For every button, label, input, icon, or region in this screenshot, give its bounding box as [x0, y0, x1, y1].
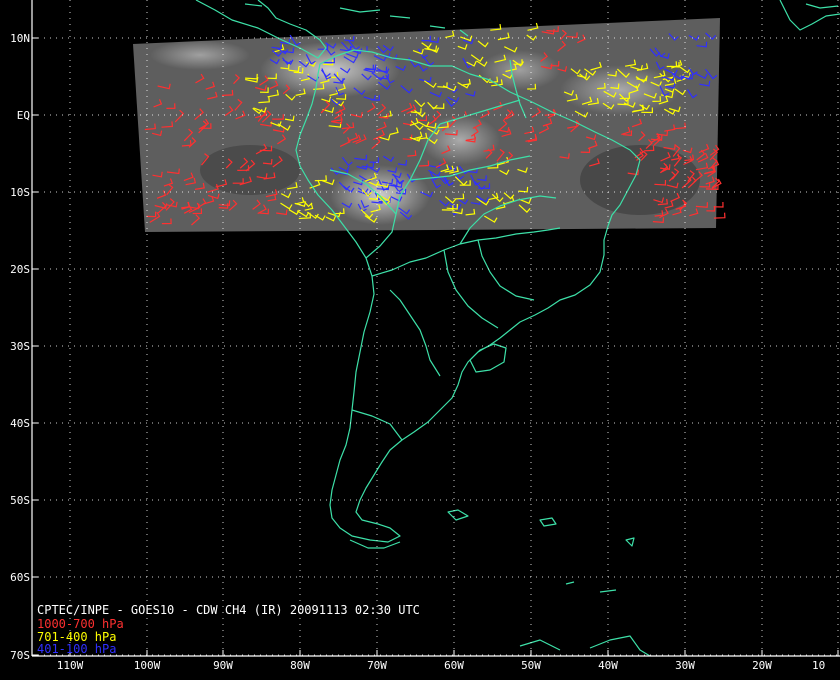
lon-label-90w: 90W [213, 659, 233, 672]
map-title: CPTEC/INPE - GOES10 - CDW CH4 (IR) 20091… [37, 603, 420, 617]
lat-label-eq: EQ [16, 109, 30, 122]
ir-cloud-band [133, 18, 720, 232]
lon-label-70w: 70W [367, 659, 387, 672]
lon-label-20w: 20W [752, 659, 772, 672]
lat-label-10n: 10N [10, 32, 30, 45]
legend-high-level: 401-100 hPa [37, 642, 117, 656]
lon-label-60w: 60W [444, 659, 464, 672]
lon-label-40w: 40W [598, 659, 618, 672]
lat-label-20s: 20S [10, 263, 30, 276]
lat-label-70s: 70S [10, 649, 30, 662]
lon-label-50w: 50W [521, 659, 541, 672]
lon-label-10: 10 [812, 659, 826, 672]
lon-label-110w: 110W [56, 659, 84, 672]
lon-label-30w: 30W [675, 659, 695, 672]
satellite-map [0, 0, 840, 680]
lat-label-40s: 40S [10, 417, 30, 430]
lat-label-60s: 60S [10, 571, 30, 584]
lat-label-10s: 10S [10, 186, 30, 199]
lat-label-50s: 50S [10, 494, 30, 507]
lon-label-100w: 100W [133, 659, 161, 672]
lat-label-30s: 30S [10, 340, 30, 353]
lon-label-80w: 80W [290, 659, 310, 672]
